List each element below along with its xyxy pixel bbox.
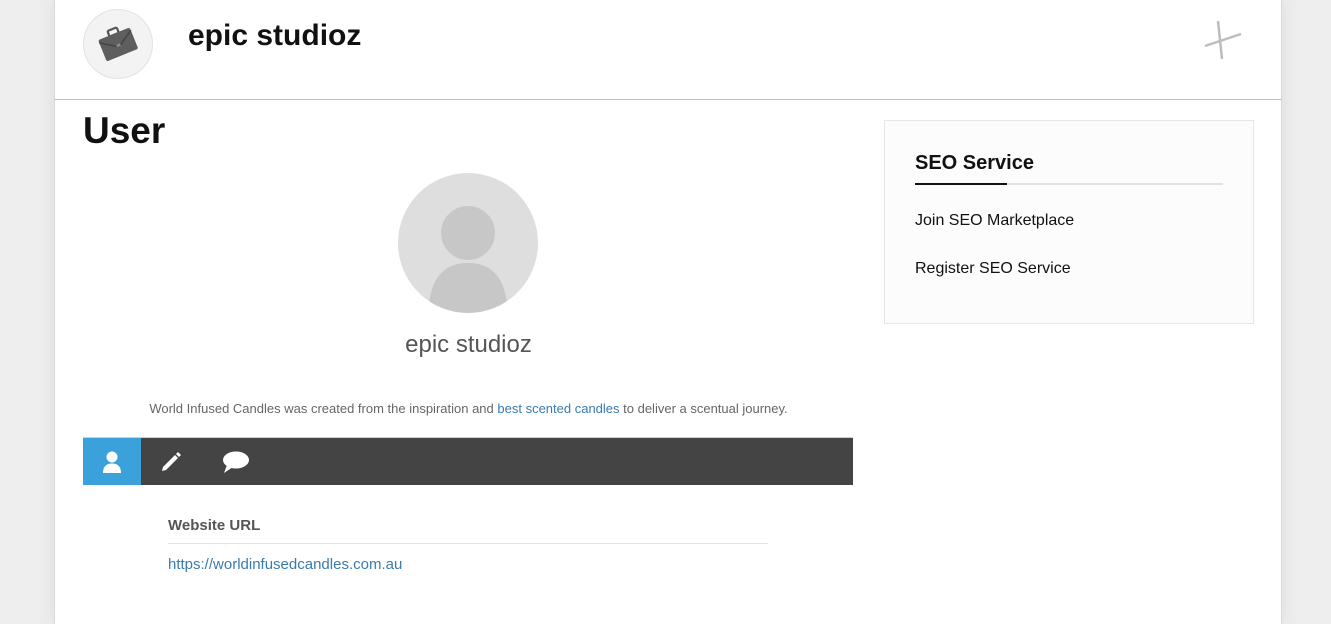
website-field-value: https://worldinfusedcandles.com.au xyxy=(168,556,768,573)
join-seo-marketplace-link[interactable]: Join SEO Marketplace xyxy=(915,212,1074,230)
page-title: User xyxy=(83,110,166,151)
user-silhouette-icon xyxy=(428,206,508,313)
briefcase-icon xyxy=(98,26,138,61)
tab-posts[interactable] xyxy=(142,438,200,485)
menu-toggle-button[interactable] xyxy=(1197,16,1245,64)
page-container: epic studioz User epic studioz World Inf… xyxy=(54,0,1282,624)
widget-title-underline-accent xyxy=(915,183,1007,185)
site-title[interactable]: epic studioz xyxy=(188,19,361,53)
tab-about[interactable] xyxy=(83,438,141,485)
comment-icon xyxy=(223,451,249,473)
site-header: epic studioz xyxy=(55,0,1281,100)
close-icon xyxy=(1204,20,1242,60)
sidebar-widget-seo: SEO Service Join SEO Marketplace Registe… xyxy=(884,120,1254,324)
widget-title: SEO Service xyxy=(915,152,1034,174)
profile-display-name: epic studioz xyxy=(405,331,532,358)
website-field: Website URL https://worldinfusedcandles.… xyxy=(168,517,768,573)
profile-tab-bar xyxy=(83,437,853,485)
website-link[interactable]: https://worldinfusedcandles.com.au xyxy=(168,556,402,573)
user-icon xyxy=(103,451,121,473)
bio-text-after: to deliver a scentual journey. xyxy=(619,401,788,416)
website-field-label: Website URL xyxy=(168,517,768,544)
pencil-icon xyxy=(162,451,181,471)
bio-link[interactable]: best scented candles xyxy=(497,401,619,416)
register-seo-service-link[interactable]: Register SEO Service xyxy=(915,260,1071,278)
profile-bio: World Infused Candles was created from t… xyxy=(83,401,854,416)
bio-text-before: World Infused Candles was created from t… xyxy=(149,401,498,416)
site-logo[interactable] xyxy=(83,9,153,79)
tab-comments[interactable] xyxy=(207,438,265,485)
widget-title-underline xyxy=(915,183,1223,185)
profile-avatar xyxy=(398,173,538,313)
